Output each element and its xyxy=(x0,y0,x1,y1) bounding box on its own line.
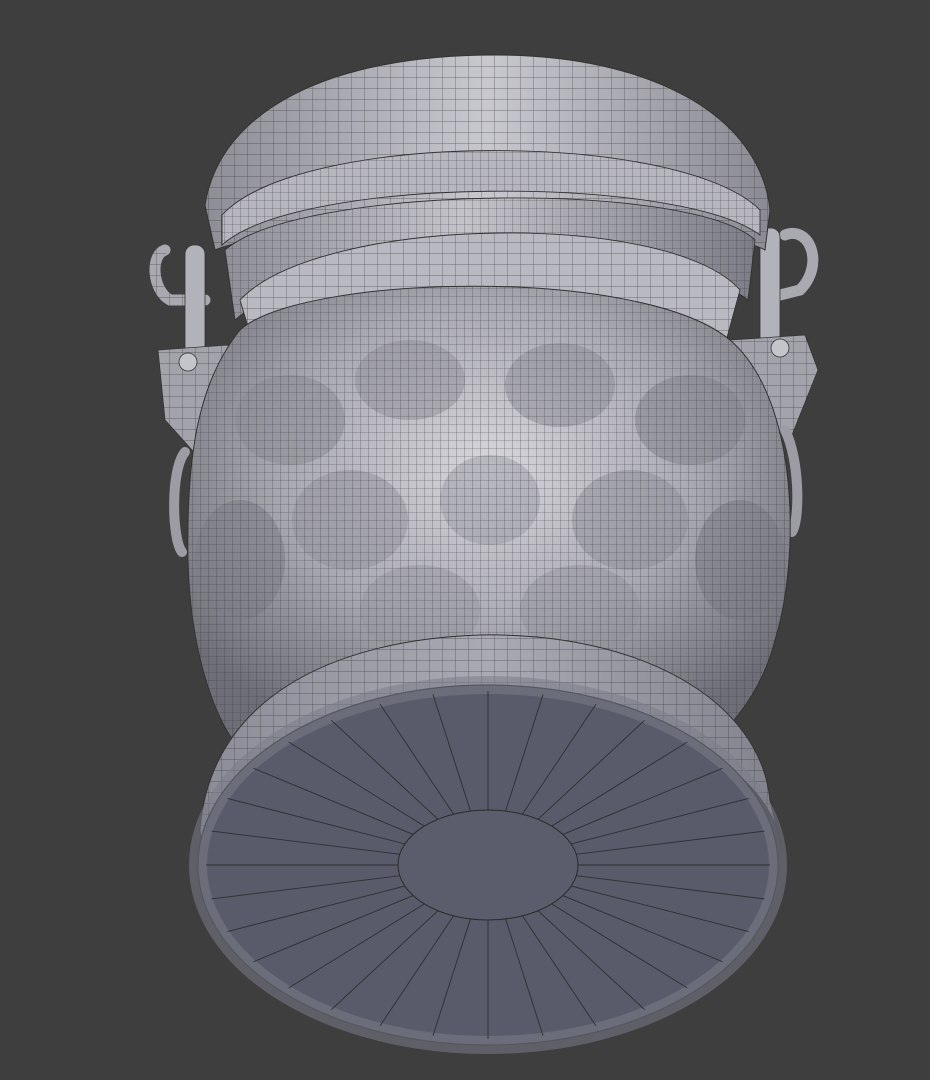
viewport-canvas xyxy=(149,54,819,1054)
3d-viewport[interactable] xyxy=(0,0,930,1080)
jar-foot xyxy=(189,634,787,1054)
